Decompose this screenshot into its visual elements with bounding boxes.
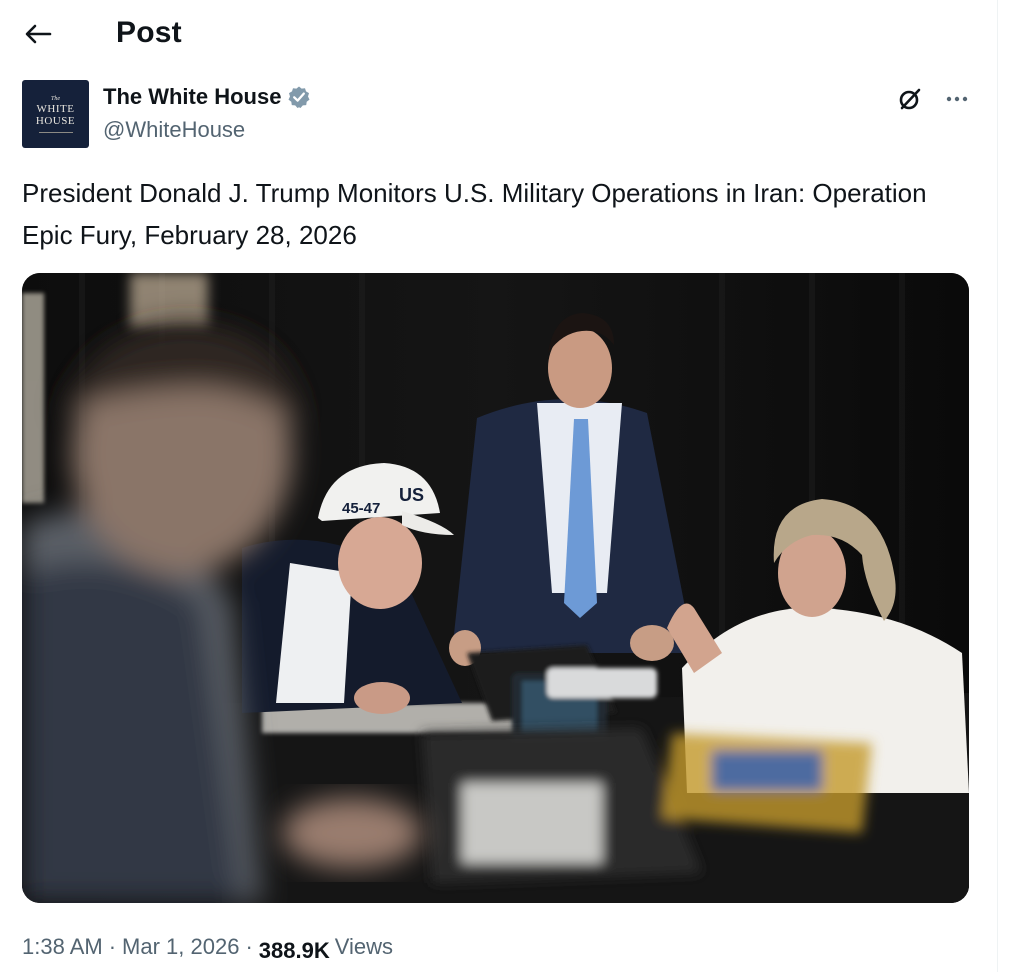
cap-text-left: 45-47: [342, 500, 380, 517]
back-button[interactable]: [18, 14, 58, 54]
cap-text-right: US: [399, 485, 424, 505]
post-date[interactable]: Mar 1, 2026: [122, 934, 239, 960]
more-options-icon: [946, 96, 968, 102]
avatar-rule: [38, 131, 73, 133]
views-label: Views: [334, 934, 394, 959]
avatar-text-small: The: [51, 95, 60, 102]
meta-separator: ·: [245, 934, 253, 959]
views-count: 388.9K: [258, 938, 330, 963]
page-title: Post: [116, 16, 182, 49]
top-bar: Post: [0, 0, 998, 66]
meta-separator: ·: [108, 934, 117, 959]
more-options-button[interactable]: [940, 84, 974, 114]
author-name-row[interactable]: The White House: [103, 84, 311, 110]
avatar-text-line2: HOUSE: [35, 114, 76, 127]
post-time[interactable]: 1:38 AM: [22, 934, 103, 960]
avatar[interactable]: The WHITE HOUSE: [22, 80, 89, 148]
post-photo[interactable]: 45-47 US: [22, 273, 969, 903]
grok-icon: [899, 88, 921, 110]
post-text: President Donald J. Trump Monitors U.S. …: [22, 178, 927, 250]
avatar-text-line1: WHITE: [36, 102, 75, 115]
grok-button[interactable]: [895, 84, 925, 114]
verified-badge-icon: [287, 85, 311, 109]
post-detail-page: Post The WHITE HOUSE The White House @Wh…: [0, 0, 998, 972]
back-arrow-icon: [25, 24, 52, 44]
post-meta: 1:38 AM · Mar 1, 2026 · 388.9K Views: [22, 934, 394, 963]
author-handle[interactable]: @WhiteHouse: [103, 117, 245, 143]
author-name[interactable]: The White House: [103, 84, 281, 110]
